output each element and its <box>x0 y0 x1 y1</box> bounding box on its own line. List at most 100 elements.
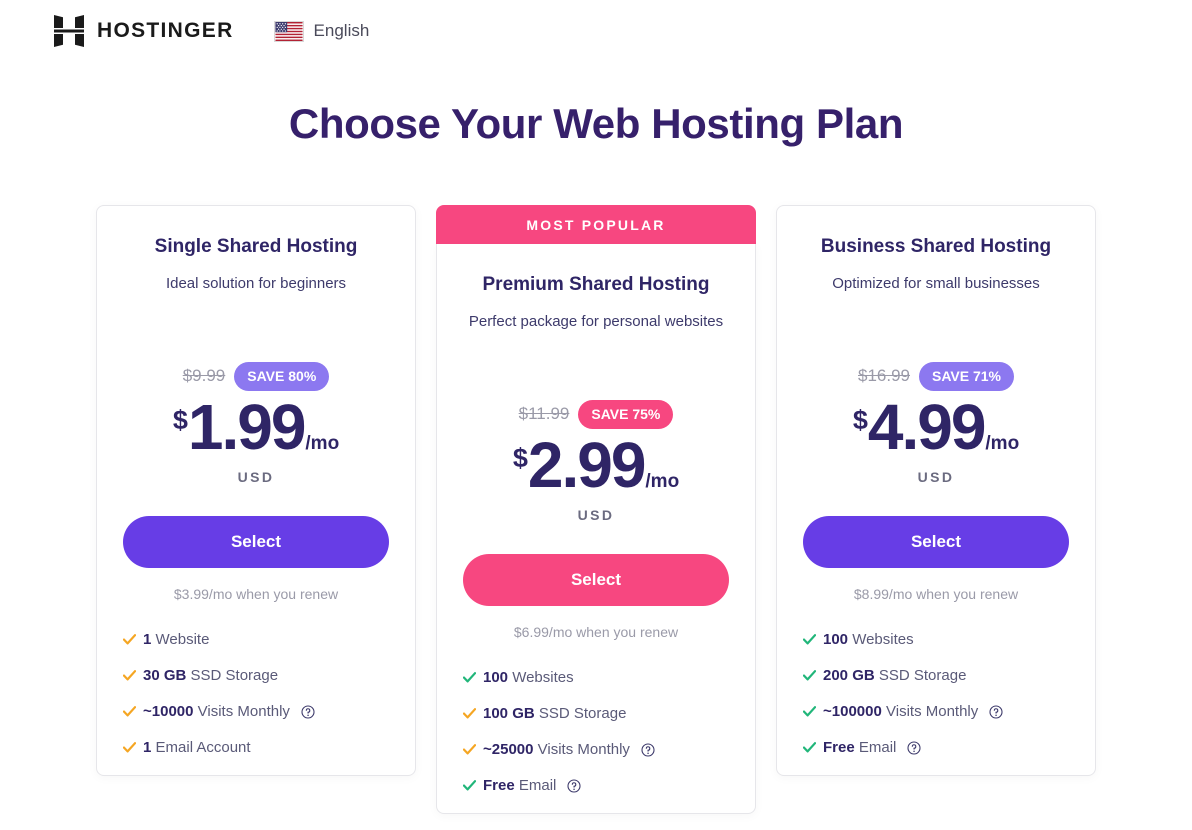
select-button[interactable]: Select <box>803 516 1069 568</box>
pricing-plans: Single Shared Hosting Ideal solution for… <box>0 205 1192 814</box>
feature-value: ~10000 <box>143 703 194 720</box>
feature-text: 100 GB SSD Storage <box>483 705 626 722</box>
save-badge: SAVE 75% <box>578 399 674 429</box>
feature-text: 100 Websites <box>483 669 574 686</box>
feature-value: Free <box>823 739 855 756</box>
feature-value: ~100000 <box>823 703 882 720</box>
feature-label: SSD Storage <box>190 667 279 684</box>
feature-text: Free Email <box>483 777 556 794</box>
feature-item: 200 GB SSD Storage <box>803 667 1069 684</box>
check-icon <box>123 634 136 645</box>
current-price: $ 1.99 /mo <box>123 395 389 459</box>
plan-card-body: Premium Shared Hosting Perfect package f… <box>436 244 756 814</box>
price-period: /mo <box>645 471 680 492</box>
original-price: $9.99 <box>182 366 226 385</box>
feature-value: ~25000 <box>483 741 534 758</box>
price-period: /mo <box>985 433 1020 454</box>
feature-text: 1 Email Account <box>143 739 251 756</box>
feature-value: 100 <box>823 631 849 648</box>
check-icon <box>123 670 136 681</box>
plan-name: Single Shared Hosting <box>154 236 358 257</box>
select-button[interactable]: Select <box>123 516 389 568</box>
feature-text: 100 Websites <box>823 631 914 648</box>
currency-symbol: $ <box>512 443 528 473</box>
select-button[interactable]: Select <box>463 554 729 606</box>
check-icon <box>803 634 816 645</box>
current-price: $ 4.99 /mo <box>803 395 1069 459</box>
feature-list: 100 Websites 200 GB SSD Storage ~100000 … <box>803 631 1069 756</box>
feature-label: Email Account <box>155 739 251 756</box>
price-block: $16.99 SAVE 71% $ 4.99 /mo USD <box>803 361 1069 485</box>
original-price: $11.99 <box>518 404 570 423</box>
discount-row: $9.99 SAVE 80% <box>123 361 389 391</box>
currency-code: USD <box>237 469 275 485</box>
feature-item: Free Email <box>803 739 1069 756</box>
brand-logo[interactable]: HOSTINGER <box>54 15 234 47</box>
feature-label: Email <box>518 777 557 794</box>
feature-label: Email <box>858 739 897 756</box>
renewal-note: $8.99/mo when you renew <box>853 586 1019 602</box>
feature-item: ~100000 Visits Monthly <box>803 703 1069 720</box>
plan-name: Premium Shared Hosting <box>482 274 710 295</box>
feature-label: Websites <box>512 669 574 686</box>
feature-list: 1 Website 30 GB SSD Storage ~10000 Visit… <box>123 631 389 756</box>
current-price: $ 2.99 /mo <box>463 433 729 497</box>
feature-value: 1 <box>143 739 152 756</box>
original-price: $16.99 <box>858 366 910 385</box>
feature-item: 1 Email Account <box>123 739 389 756</box>
plan-card-3: Business Shared Hosting Optimized for sm… <box>776 205 1096 776</box>
currency-symbol: $ <box>852 405 868 435</box>
language-label: English <box>313 21 370 40</box>
feature-value: 200 GB <box>823 667 875 684</box>
help-circle-icon[interactable] <box>567 778 581 793</box>
check-icon <box>803 706 816 717</box>
save-badge: SAVE 71% <box>919 361 1014 391</box>
feature-text: ~25000 Visits Monthly <box>483 741 630 758</box>
feature-text: 200 GB SSD Storage <box>823 667 966 684</box>
page-title: Choose Your Web Hosting Plan <box>288 100 904 147</box>
help-circle-icon[interactable] <box>907 740 921 755</box>
price-amount: 4.99 <box>867 391 987 463</box>
feature-item: Free Email <box>463 777 729 794</box>
check-icon <box>463 708 476 719</box>
price-block: $11.99 SAVE 75% $ 2.99 /mo USD <box>463 399 729 523</box>
check-icon <box>803 742 816 753</box>
site-header: HOSTINGER English <box>0 0 1192 62</box>
renewal-note: $3.99/mo when you renew <box>173 586 339 602</box>
feature-label: Websites <box>852 631 914 648</box>
feature-item: ~10000 Visits Monthly <box>123 703 389 720</box>
check-icon <box>463 780 476 791</box>
price-block: $9.99 SAVE 80% $ 1.99 /mo USD <box>123 361 389 485</box>
help-circle-icon[interactable] <box>641 742 655 757</box>
feature-item: 1 Website <box>123 631 389 648</box>
discount-row: $16.99 SAVE 71% <box>803 361 1069 391</box>
help-circle-icon[interactable] <box>989 704 1003 719</box>
save-badge: SAVE 80% <box>234 361 330 391</box>
feature-label: SSD Storage <box>878 667 967 684</box>
plan-card-2: MOST POPULAR Premium Shared Hosting Perf… <box>436 205 756 814</box>
plan-card-body: Single Shared Hosting Ideal solution for… <box>96 205 416 776</box>
currency-code: USD <box>577 507 615 523</box>
discount-row: $11.99 SAVE 75% <box>463 399 729 429</box>
price-period: /mo <box>305 433 340 454</box>
feature-value: 100 <box>483 669 509 686</box>
language-selector[interactable]: English <box>273 20 370 42</box>
plan-card-body: Business Shared Hosting Optimized for sm… <box>776 205 1096 776</box>
feature-item: 100 Websites <box>803 631 1069 648</box>
help-circle-icon[interactable] <box>301 704 315 719</box>
feature-label: SSD Storage <box>538 705 627 722</box>
plan-name: Business Shared Hosting <box>820 236 1052 257</box>
check-icon <box>463 672 476 683</box>
price-amount: 1.99 <box>187 391 307 463</box>
brand-name: HOSTINGER <box>97 19 234 42</box>
feature-item: 30 GB SSD Storage <box>123 667 389 684</box>
feature-label: Website <box>155 631 210 648</box>
check-icon <box>803 670 816 681</box>
feature-item: ~25000 Visits Monthly <box>463 741 729 758</box>
feature-text: 1 Website <box>143 631 209 648</box>
feature-value: 100 GB <box>483 705 535 722</box>
us-flag-icon <box>273 20 304 42</box>
plan-description: Optimized for small businesses <box>832 275 1040 292</box>
feature-text: ~10000 Visits Monthly <box>143 703 290 720</box>
feature-item: 100 GB SSD Storage <box>463 705 729 722</box>
